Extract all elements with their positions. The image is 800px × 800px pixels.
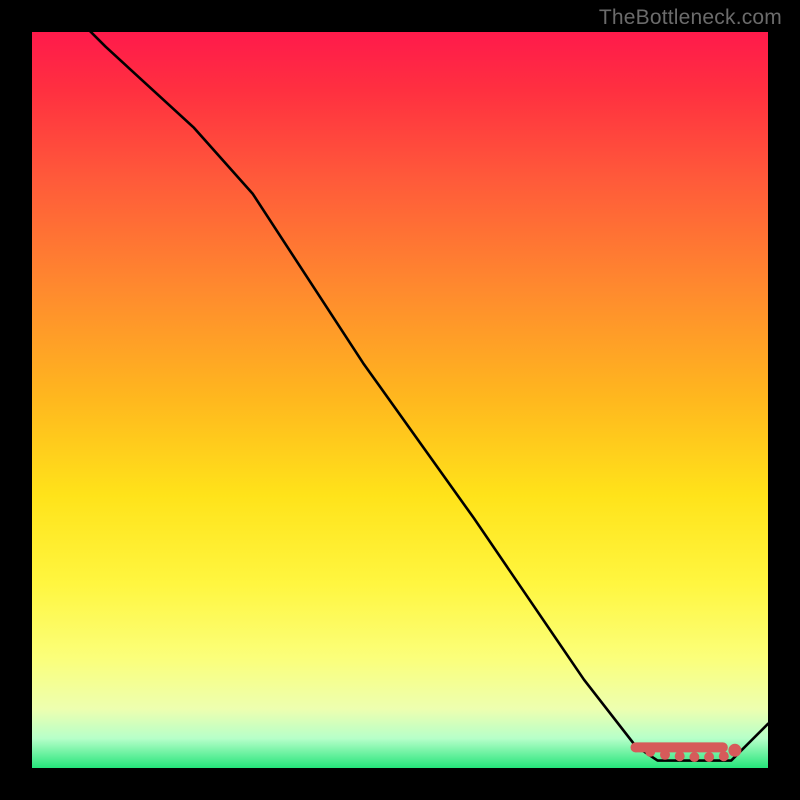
marker-dot bbox=[689, 752, 699, 762]
watermark-text: TheBottleneck.com bbox=[599, 6, 782, 30]
marker-dot bbox=[719, 751, 729, 761]
marker-dot bbox=[645, 747, 655, 757]
chart-overlay bbox=[32, 32, 768, 768]
marker-dot bbox=[631, 742, 641, 752]
marker-dot bbox=[660, 750, 670, 760]
marker-dot bbox=[704, 752, 714, 762]
curve-line bbox=[32, 32, 768, 761]
chart-frame: TheBottleneck.com bbox=[0, 0, 800, 800]
plot-area bbox=[32, 32, 768, 768]
marker-group bbox=[631, 742, 742, 762]
marker-dot bbox=[675, 751, 685, 761]
marker-dot bbox=[728, 744, 741, 757]
